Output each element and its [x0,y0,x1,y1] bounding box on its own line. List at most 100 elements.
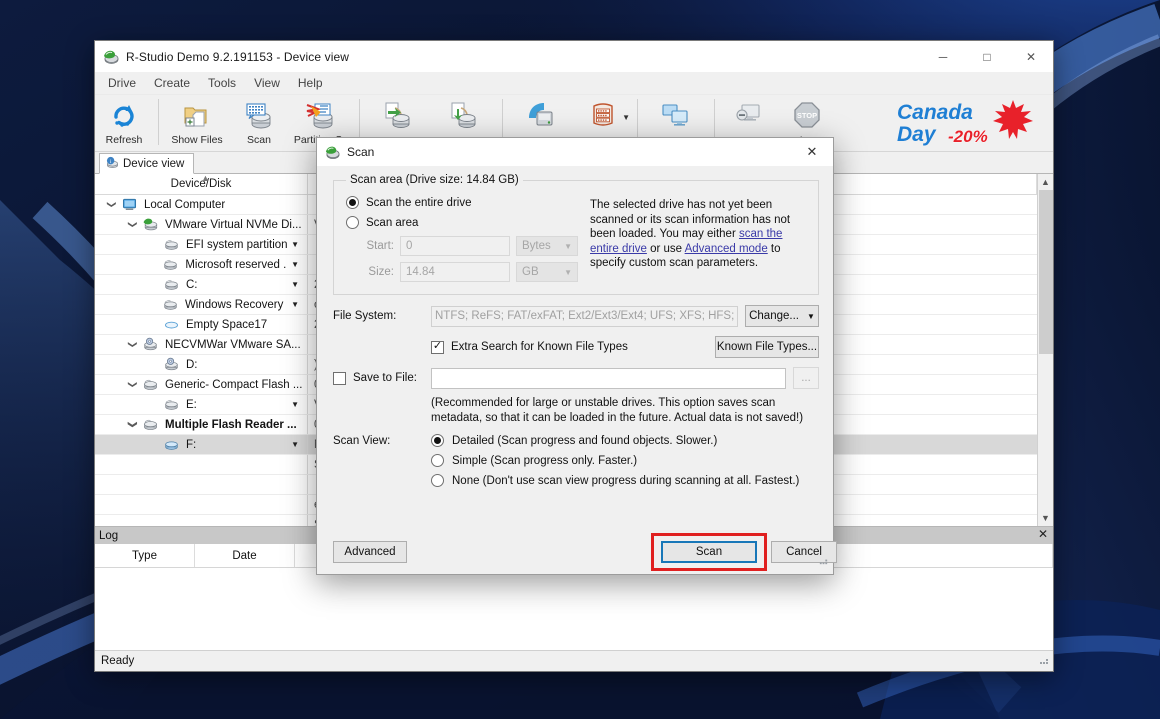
row-device-label: Windows Recovery ... [184,298,288,311]
chevron-down-icon[interactable]: ❯ [127,218,138,231]
size-input[interactable]: 14.84 [400,262,510,282]
start-input[interactable]: 0 [400,236,510,256]
toolbar-label-refresh: Refresh [105,134,143,146]
size-unit-select[interactable]: GB ▼ [516,262,578,282]
status-text: Ready [101,655,135,667]
row-device-label: Multiple Flash Reader ... [165,418,297,431]
file-system-input[interactable]: NTFS; ReFS; FAT/exFAT; Ext2/Ext3/Ext4; U… [431,305,738,327]
row-dropdown-caret-icon[interactable]: ▼ [291,300,307,309]
log-column-date[interactable]: Date [195,544,295,567]
radio-indicator [431,434,444,448]
empty-space-icon [164,317,179,332]
scrollbar-track[interactable] [1038,190,1054,510]
close-button[interactable]: ✕ [1009,41,1053,72]
menu-item-create[interactable]: Create [145,73,199,93]
toolbar-button-show-files[interactable]: Show Files [164,95,230,151]
checkbox-save-to-file[interactable] [333,371,346,385]
tab-device-view[interactable]: i Device view [99,153,195,174]
change-file-system-button[interactable]: Change... ▼ [745,305,819,327]
radio-label-none: None (Don't use scan view progress durin… [452,474,800,487]
row-device-label: EFI system partition [185,238,288,251]
chevron-down-icon: ▼ [564,267,572,277]
row-device-name-cell: ❯ NECVMWar VMware SA... [95,335,308,354]
row-device-label: F: [186,438,197,451]
scroll-down-arrow-icon[interactable]: ▼ [1038,510,1054,526]
save-to-file-input[interactable] [431,367,786,389]
row-dropdown-caret-icon[interactable]: ▼ [291,240,307,249]
scan-area-group: Scan area (Drive size: 14.84 GB) Scan th… [333,174,819,295]
scan-area-info-text: The selected drive has not yet been scan… [590,196,808,282]
radio-indicator [431,474,444,488]
row-dropdown-caret-icon[interactable]: ▼ [291,400,307,409]
partition-icon [163,257,178,272]
menu-item-drive[interactable]: Drive [99,73,145,93]
radio-label-scan-entire-drive: Scan the entire drive [366,196,472,209]
menu-item-help[interactable]: Help [289,73,332,93]
scan-dialog-titlebar: Scan ✕ [317,138,833,166]
radio-scan-entire-drive[interactable]: Scan the entire drive [346,196,582,209]
partition-icon [164,237,179,252]
row-device-label: NECVMWar VMware SA... [165,338,301,351]
chevron-down-icon[interactable]: ❯ [127,418,138,431]
disconnect-icon [734,99,764,131]
window-title: R-Studio Demo 9.2.191153 - Device view [126,49,350,64]
row-dropdown-caret-icon[interactable]: ▼ [291,260,307,269]
row-dropdown-caret-icon[interactable]: ▼ [291,440,307,449]
computer-icon [122,197,137,212]
start-field-row: Start: 0 Bytes ▼ [346,236,582,256]
radio-scan-view-simple[interactable]: Simple (Scan progress only. Faster.) [333,454,819,468]
partition-blue-icon [164,437,179,452]
resize-grip-icon[interactable] [1038,654,1050,669]
menu-item-tools[interactable]: Tools [199,73,245,93]
row-device-name-cell: E: ▼ [95,395,308,414]
canada-day-promo-banner[interactable]: Canada Day -20% [895,97,1045,149]
start-unit-select[interactable]: Bytes ▼ [516,236,578,256]
chevron-down-icon: ▼ [806,311,815,321]
row-device-name-cell: ❯ Local Computer [95,195,308,214]
chevron-down-icon[interactable]: ❯ [127,378,138,391]
scan-dialog: Scan ✕ Scan area (Drive size: 14.84 GB) … [316,137,837,575]
chevron-down-icon: ▼ [564,241,572,251]
radio-scan-view-detailed[interactable]: Detailed (Scan progress and found object… [333,434,819,448]
maximize-button[interactable]: □ [965,41,1009,72]
row-device-label: E: [186,398,197,411]
link-advanced-mode[interactable]: Advanced mode [685,243,768,255]
status-bar: Ready [95,650,1053,671]
known-file-types-button[interactable]: Known File Types... [715,336,819,358]
stop-icon: STOP [792,99,822,131]
partition-icon [164,277,179,292]
row-device-label: VMware Virtual NVMe Di... [165,218,302,231]
scan-dialog-close-button[interactable]: ✕ [791,138,833,166]
raid-dropdown-caret-icon[interactable]: ▼ [622,113,630,122]
chevron-down-icon[interactable]: ❯ [106,198,117,211]
dialog-resize-grip-icon[interactable] [818,553,829,571]
show-files-icon [182,99,212,131]
log-panel-close-icon[interactable]: ✕ [1038,527,1048,541]
browse-save-file-button[interactable]: ... [793,367,819,389]
row-device-name-cell: Windows Recovery ... ▼ [95,295,308,314]
column-header-device-disk[interactable]: ▲ Device/Disk [95,173,308,194]
rstudio-disk-icon [325,145,340,160]
radio-scan-view-none[interactable]: None (Don't use scan view progress durin… [333,474,819,488]
row-device-name-cell: EFI system partition ▼ [95,235,308,254]
scan-button[interactable]: Scan [661,541,757,563]
radio-scan-area[interactable]: Scan area [346,216,582,229]
advanced-button[interactable]: Advanced [333,541,407,563]
row-dropdown-caret-icon[interactable]: ▼ [291,280,307,289]
file-system-row: File System: NTFS; ReFS; FAT/exFAT; Ext2… [333,305,819,327]
chevron-down-icon[interactable]: ❯ [127,338,138,351]
save-to-file-note: (Recommended for large or unstable drive… [431,397,804,424]
checkbox-extra-search[interactable] [431,340,444,354]
menu-item-view[interactable]: View [245,73,289,93]
scroll-up-arrow-icon[interactable]: ▲ [1038,174,1054,190]
toolbar-button-refresh[interactable]: Refresh [95,95,153,151]
change-button-label: Change... [749,310,799,322]
toolbar-button-scan[interactable]: Scan [230,95,288,151]
start-label: Start: [366,240,394,252]
log-column-type[interactable]: Type [95,544,195,567]
scrollbar-thumb[interactable] [1038,190,1053,354]
row-device-name-cell: F: ▼ [95,435,308,454]
minimize-button[interactable]: ─ [921,41,965,72]
row-device-label: Local Computer [144,198,226,211]
device-table-scrollbar[interactable]: ▲ ▼ [1037,174,1053,526]
